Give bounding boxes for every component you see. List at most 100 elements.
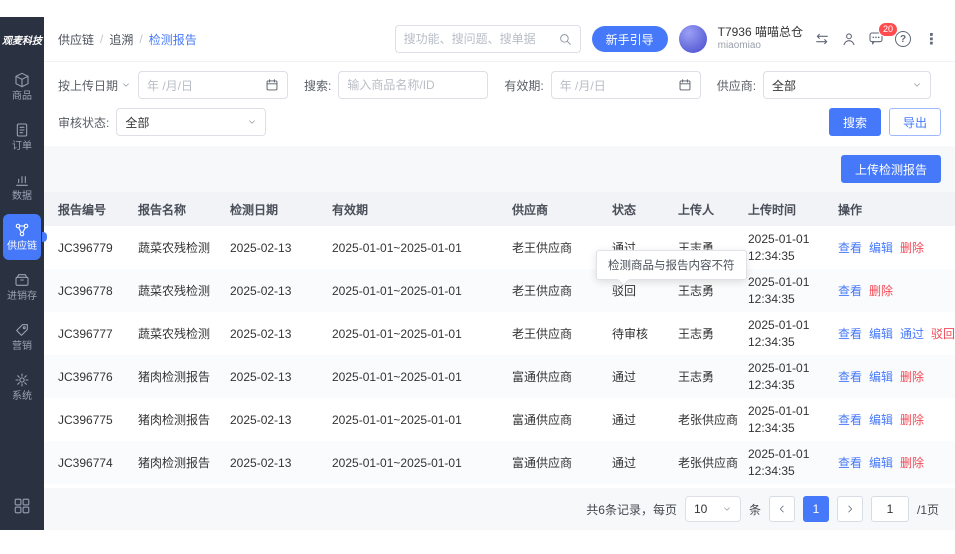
page-jump-input[interactable] [870,496,909,522]
filter-panel: 按上传日期 年 /月/日 搜索: 有效期: 年 /月/日 供应商: [44,62,955,146]
sidebar: 观麦科技 商品 订单 数据 供应链 进销存 营销 系统 [0,17,47,530]
tenant-account: miaomiao [717,40,761,52]
report-name-cell: 蔬菜农残检测 [138,327,211,341]
sidebar-item-goods[interactable]: 商品 [3,64,41,110]
column-header: 状态 [612,202,637,217]
delete-action[interactable]: 删除 [900,239,924,256]
delete-action[interactable]: 删除 [900,368,924,385]
next-page-button[interactable] [836,496,863,522]
supplier-select-value: 全部 [772,78,797,93]
page-size-select[interactable]: 10 [684,496,741,522]
edit-action[interactable]: 编辑 [869,239,893,256]
avatar[interactable] [678,25,707,53]
actions-cell: 查看 编辑 删除 [838,454,941,471]
status-cell: 通过 [612,413,637,427]
sidebar-item-data[interactable]: 数据 [3,164,41,210]
test-date-cell: 2025-02-13 [230,283,292,298]
search-icon[interactable] [558,32,572,46]
column-header: 报告编号 [58,202,107,217]
actions-cell: 查看 编辑 删除 [838,239,941,256]
test-date-cell: 2025-02-13 [230,369,292,384]
user-icon[interactable] [841,31,857,47]
reject-action[interactable]: 驳回 [931,325,955,342]
breadcrumb-item[interactable]: 供应链 [58,31,94,48]
report-id-cell: JC396777 [58,326,113,341]
report-name-cell: 猪肉检测报告 [138,413,211,427]
filter-row-1: 按上传日期 年 /月/日 搜索: 有效期: 年 /月/日 供应商: [58,71,941,99]
approve-action[interactable]: 通过 [900,325,924,342]
guide-button[interactable]: 新手引导 [591,26,668,52]
sidebar-item-label: 商品 [12,91,32,102]
search-button[interactable]: 搜索 [828,108,881,136]
page-number-button[interactable]: 1 [802,496,829,522]
view-action[interactable]: 查看 [838,325,862,342]
supplier-select[interactable]: 全部 [763,71,932,99]
audit-status-select[interactable]: 全部 [116,108,267,136]
messages-button[interactable]: 20 [868,21,899,49]
uploader-cell: 老张供应商 [678,456,739,470]
apps-grid-icon[interactable] [13,497,31,515]
report-name-cell: 蔬菜农残检测 [138,241,211,255]
validity-date-input[interactable]: 年 /月/日 [550,71,701,99]
tenant-info: T7936 喵喵总仓 miaomiao [718,25,803,53]
product-search-input[interactable] [338,71,489,99]
sidebar-item-orders[interactable]: 订单 [3,114,41,160]
upload-date-filter-label[interactable]: 按上传日期 [58,77,131,94]
column-header: 报告名称 [138,202,187,217]
sidebar-item-label: 营销 [12,341,32,352]
edit-action[interactable]: 编辑 [869,368,893,385]
validity-filter-label: 有效期: [504,78,544,93]
switch-store-icon[interactable] [814,31,830,47]
validity-cell: 2025-01-01~2025-01-01 [332,455,462,470]
view-action[interactable]: 查看 [838,368,862,385]
table-row: JC396776 猪肉检测报告 2025-02-13 2025-01-01~2025-… [44,355,955,398]
report-id-cell: JC396779 [58,240,113,255]
help-icon[interactable]: ? [895,31,911,47]
table-row: JC396779 蔬菜农残检测 2025-02-13 2025-01-01~2025-… [44,226,955,269]
export-button[interactable]: 导出 [888,108,941,136]
calendar-icon [678,78,692,92]
upload-time-cell: 2025-01-01 12:34:35 [748,317,810,349]
uploader-cell: 王志勇 [678,327,715,341]
sidebar-item-marketing[interactable]: 营销 [3,314,41,360]
report-name-cell: 蔬菜农残检测 [138,284,211,298]
global-search-input[interactable] [403,32,552,46]
upload-date-label-text: 按上传日期 [58,78,119,93]
validity-cell: 2025-01-01~2025-01-01 [332,369,462,384]
view-action[interactable]: 查看 [838,411,862,428]
sidebar-item-system[interactable]: 系统 [3,364,41,410]
delete-action[interactable]: 删除 [900,454,924,471]
view-action[interactable]: 查看 [838,454,862,471]
prev-page-button[interactable] [768,496,795,522]
edit-action[interactable]: 编辑 [869,454,893,471]
chevron-right-icon [844,503,856,515]
upload-date-input[interactable]: 年 /月/日 [138,71,289,99]
audit-status-filter-label: 审核状态: [58,115,110,130]
gear-icon [14,372,30,388]
delete-action[interactable]: 删除 [900,411,924,428]
edit-action[interactable]: 编辑 [869,325,893,342]
breadcrumb-item[interactable]: 追溯 [109,31,133,48]
upload-time-cell: 2025-01-01 12:34:35 [748,274,810,306]
sidebar-item-supply-chain[interactable]: 供应链 [3,214,47,260]
test-date-cell: 2025-02-13 [230,455,292,470]
delete-action[interactable]: 删除 [869,282,893,299]
column-header: 检测日期 [230,202,279,217]
more-icon[interactable]: ⋮ [922,30,941,48]
validity-cell: 2025-01-01~2025-01-01 [332,326,462,341]
status-cell: 通过 [612,456,637,470]
sidebar-item-label: 进销存 [7,291,37,302]
table-row: JC396778 蔬菜农残检测 2025-02-13 2025-01-01~2025-… [44,269,955,312]
sidebar-item-label: 数据 [12,191,32,202]
sidebar-item-inventory[interactable]: 进销存 [3,264,41,310]
page-size-value: 10 [693,502,708,516]
supplier-cell: 老王供应商 [512,284,573,298]
upload-report-button[interactable]: 上传检测报告 [840,155,941,183]
view-action[interactable]: 查看 [838,282,862,299]
status-cell: 通过 [612,370,637,384]
edit-action[interactable]: 编辑 [869,411,893,428]
filter-row-2: 审核状态: 全部 搜索 导出 [58,108,941,136]
view-action[interactable]: 查看 [838,239,862,256]
uploader-cell: 王志勇 [678,370,715,384]
validity-cell: 2025-01-01~2025-01-01 [332,412,462,427]
